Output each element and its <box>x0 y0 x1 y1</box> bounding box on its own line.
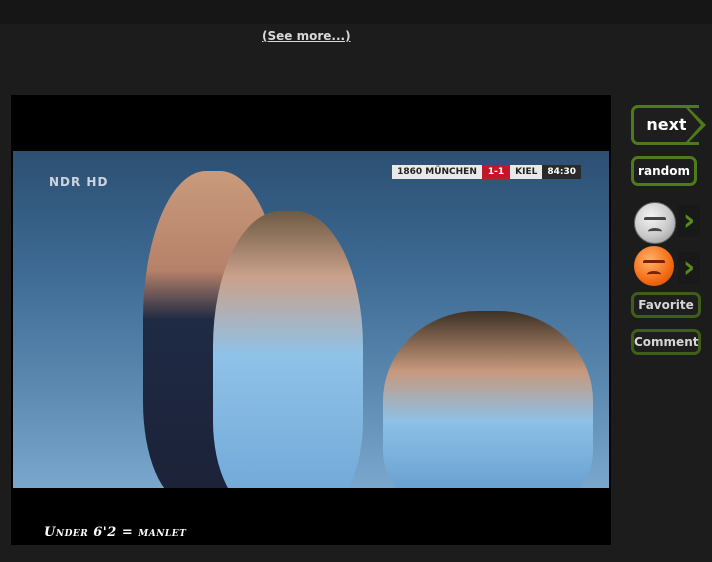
angry-face-icon[interactable] <box>634 246 674 286</box>
player-figure-right <box>383 311 593 488</box>
face-mouth <box>648 228 662 235</box>
scoreboard-time: 84:30 <box>542 165 581 179</box>
scoreboard: 1860 MÜNCHEN 1-1 KIEL 84:30 <box>392 165 581 179</box>
top-bar <box>0 0 712 24</box>
favorite-button[interactable]: Favorite <box>631 292 701 318</box>
video-still[interactable]: NDR HD 1860 MÜNCHEN 1-1 KIEL 84:30 <box>13 151 609 488</box>
media-frame: NDR HD 1860 MÜNCHEN 1-1 KIEL 84:30 Under… <box>11 95 611 545</box>
scoreboard-away: KIEL <box>510 165 543 179</box>
face-eyes <box>644 217 666 226</box>
next-arrow-inner <box>686 108 701 142</box>
comment-button[interactable]: Comment <box>631 329 701 355</box>
channel-logo: NDR HD <box>49 175 109 189</box>
chevron-right-icon[interactable]: › <box>678 205 700 237</box>
face-eyes <box>643 260 665 269</box>
chevron-right-icon[interactable]: › <box>678 252 700 284</box>
face-mouth <box>647 271 661 278</box>
see-more-link[interactable]: (See more...) <box>262 29 351 43</box>
random-button[interactable]: random <box>631 156 697 186</box>
scoreboard-home: 1860 MÜNCHEN <box>392 165 482 179</box>
meme-caption: Under 6'2 = manlet <box>44 525 187 540</box>
scoreboard-score: 1-1 <box>481 165 511 179</box>
grinning-face-icon[interactable] <box>634 202 676 244</box>
player-figure-center <box>213 211 363 488</box>
